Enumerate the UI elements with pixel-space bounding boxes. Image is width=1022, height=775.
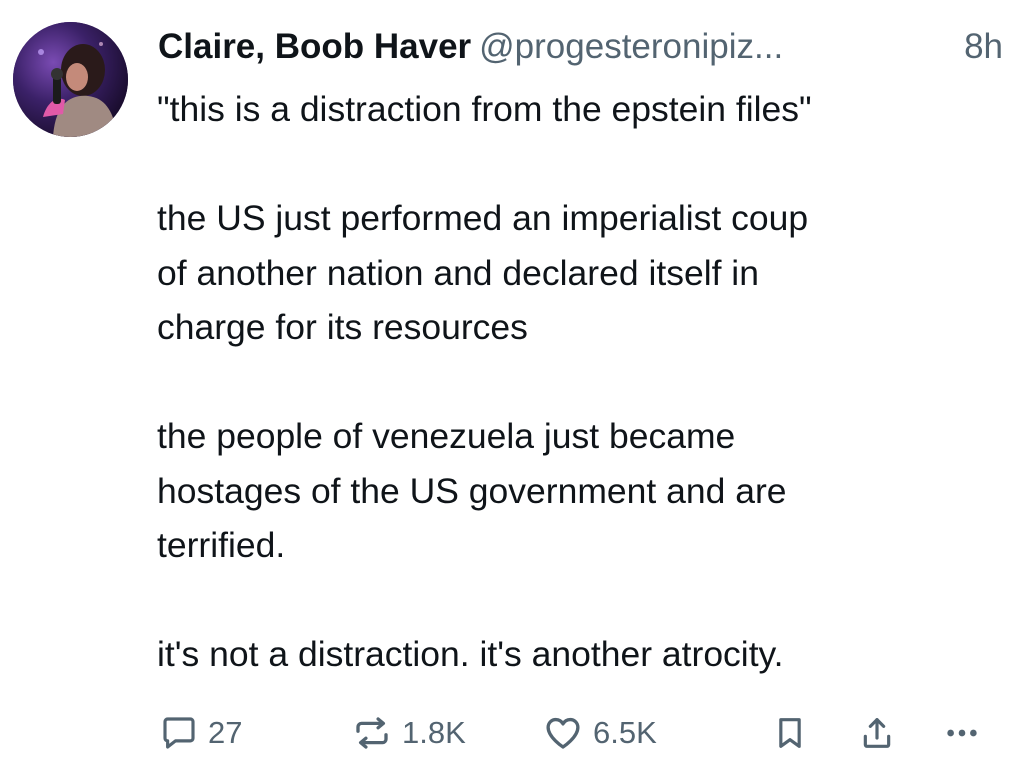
post-timestamp[interactable]: 8h (964, 24, 1003, 70)
share-button[interactable] (857, 705, 897, 761)
author-avatar[interactable] (13, 22, 128, 137)
post-line: the US just performed an imperialist cou… (157, 198, 809, 238)
post-line: the people of venezuela just became (157, 416, 736, 456)
bookmark-icon (779, 718, 801, 748)
post-header: Claire, Boob Haver @progesteronipiz... 8h (158, 24, 1003, 70)
like-button[interactable]: 6.5K (541, 705, 657, 761)
post-paragraph: the US just performed an imperialist cou… (157, 191, 1007, 355)
like-count: 6.5K (593, 715, 657, 750)
ellipsis-icon (947, 729, 977, 737)
post-paragraph: it's not a distraction. it's another atr… (157, 627, 1007, 682)
reply-icon (163, 717, 195, 749)
post-paragraph: "this is a distraction from the epstein … (157, 82, 1007, 137)
more-options-button[interactable] (940, 705, 984, 761)
post-line: terrified. (157, 525, 286, 565)
post-paragraph: the people of venezuela just became host… (157, 409, 1007, 573)
post-line: of another nation and declared itself in (157, 252, 759, 293)
post[interactable]: Claire, Boob Haver @progesteronipiz... 8h… (0, 0, 1022, 775)
post-text: "this is a distraction from the epstein … (157, 82, 1007, 682)
repost-icon (356, 717, 388, 749)
share-icon (863, 718, 891, 748)
reply-count: 27 (208, 715, 243, 750)
author-display-name[interactable]: Claire, Boob Haver (158, 27, 471, 66)
post-actions-bar: 27 1.8K 6.5K (0, 705, 1022, 761)
author-handle[interactable]: @progesteronipiz... (479, 27, 783, 66)
bookmark-button[interactable] (770, 705, 810, 761)
profile-photo-icon (13, 22, 128, 137)
repost-count: 1.8K (402, 715, 466, 750)
repost-button[interactable]: 1.8K (350, 705, 466, 761)
reply-button[interactable]: 27 (158, 705, 242, 761)
post-line: charge for its resources (157, 307, 528, 347)
heart-icon (546, 717, 580, 749)
post-line: hostages of the US government and are (157, 470, 787, 511)
post-line: it's not a distraction. it's another atr… (157, 634, 784, 674)
post-line: "this is a distraction from the epstein … (157, 89, 812, 129)
